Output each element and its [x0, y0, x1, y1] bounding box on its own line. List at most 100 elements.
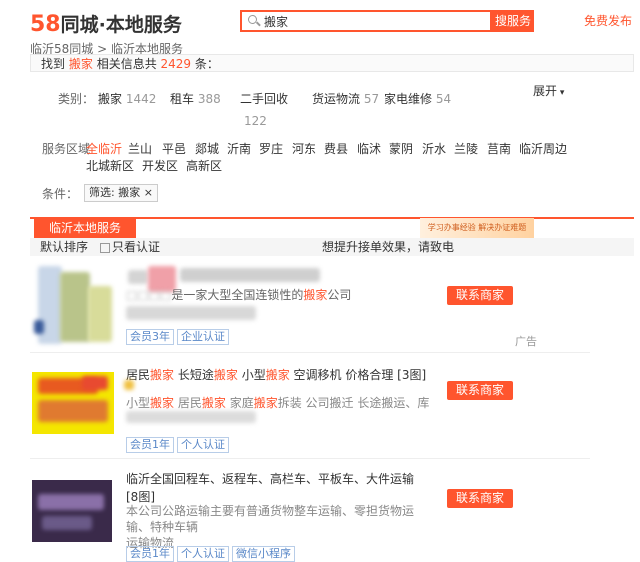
listing-2-contact-button[interactable]: 联系商家 — [447, 381, 513, 400]
tag-enterprise-verified: 企业认证 — [177, 329, 229, 345]
listing-1-desc-tail: 公司 — [327, 288, 352, 302]
area-item[interactable]: 兰山 — [128, 140, 152, 157]
category-name: 租车 — [170, 92, 195, 106]
tag-member-years: 会员1年 — [126, 437, 174, 453]
divider — [30, 352, 590, 353]
area-item[interactable]: 临沭 — [357, 140, 381, 157]
category-count: 1442 — [125, 92, 157, 106]
listing-2-blurred-mark — [124, 380, 134, 390]
condition-label: 条件： — [42, 187, 79, 201]
category-count: 54 — [435, 92, 452, 106]
found-prefix: 找到 — [41, 57, 66, 71]
found-count: 2429 — [160, 57, 192, 71]
sort-bar: 默认排序 只看认证 想提升接单效果，请致电 — [30, 238, 634, 256]
divider — [30, 458, 590, 459]
area-label: 服务区域 — [42, 142, 91, 156]
listing-3-contact-button[interactable]: 联系商家 — [447, 489, 513, 508]
title-keyword: 搬家 — [213, 368, 238, 382]
listing-2-thumbnail[interactable] — [32, 372, 114, 434]
tag-wechat-miniprogram: 微信小程序 — [232, 546, 295, 562]
listing-1-description[interactable]: □□□□是一家大型全国连锁性的搬家公司 — [126, 286, 351, 303]
area-item[interactable]: 河东 — [292, 140, 316, 157]
tag-personal-verified: 个人认证 — [177, 546, 229, 562]
listing-1-blurred-title — [128, 270, 148, 284]
checkbox-icon — [100, 242, 110, 253]
area-item[interactable]: 北城新区 — [86, 157, 134, 174]
area-item[interactable]: 平邑 — [162, 140, 186, 157]
listing-3-thumbnail[interactable] — [32, 480, 112, 542]
category-name: 家电维修 — [384, 92, 433, 106]
area-item[interactable]: 沂南 — [227, 140, 251, 157]
category-name: 搬家 — [98, 92, 123, 106]
category-name: 货运物流 — [312, 92, 361, 106]
listing-1-contact-button[interactable]: 联系商家 — [447, 286, 513, 305]
category-item-car-rental[interactable]: 租车 388 — [170, 90, 221, 107]
desc-keyword: 搬家 — [253, 396, 278, 410]
category-item-recycle[interactable]: 二手回收 — [240, 90, 288, 107]
search-box[interactable] — [240, 10, 492, 32]
title-keyword: 搬家 — [265, 368, 290, 382]
category-count: 57 — [363, 92, 380, 106]
sort-default[interactable]: 默认排序 — [40, 238, 88, 256]
listing-2-title[interactable]: 居民搬家 长短途搬家 小型搬家 空调移机 价格合理 [3图] — [126, 366, 426, 383]
area-item[interactable]: 罗庄 — [259, 140, 283, 157]
listing-1-desc-text: 是一家大型全国连锁性的 — [171, 288, 304, 302]
desc-keyword: 搬家 — [201, 396, 226, 410]
search-input[interactable] — [261, 14, 467, 28]
area-item[interactable]: 开发区 — [142, 157, 178, 174]
listing-1-blurred-title — [180, 268, 320, 282]
verified-only-toggle[interactable]: 只看认证 — [100, 238, 160, 256]
area-item[interactable]: 郯城 — [195, 140, 219, 157]
desc-part: 居民 — [174, 396, 202, 410]
title-part: 空调移机 价格合理 [3图] — [289, 368, 427, 382]
ad-label: 广告 — [515, 335, 537, 348]
area-item[interactable]: 临沂周边 — [519, 140, 567, 157]
listing-3-tags: 会员1年 个人认证 微信小程序 — [126, 542, 298, 562]
site-logo[interactable]: 58同城·本地服务 — [30, 10, 182, 37]
desc-line-1: 本公司公路运输主要有普通货物整车运输、零担货物运 — [126, 504, 415, 518]
area-item[interactable]: 沂水 — [422, 140, 446, 157]
search-icon — [247, 14, 261, 28]
area-item[interactable]: 莒南 — [487, 140, 511, 157]
found-suffix: 条： — [194, 57, 219, 71]
listing-3-title[interactable]: 临沂全国回程车、返程车、高栏车、平板车、大件运输 [8图] — [126, 470, 414, 505]
desc-part: 小型 — [126, 396, 151, 410]
tab-local-service[interactable]: 临沂本地服务 — [34, 218, 136, 238]
filter-tag-moving[interactable]: 筛选: 搬家 × — [84, 184, 158, 202]
listing-2-description[interactable]: 小型搬家 居民搬家 家庭搬家拆装 公司搬迁 长途搬运、库 — [126, 394, 429, 411]
expand-button[interactable]: 展开 ▾ — [533, 82, 564, 99]
category-item-moving[interactable]: 搬家 1442 — [98, 90, 156, 107]
area-item-all[interactable]: 全临沂 — [86, 140, 122, 157]
title-keyword: 搬家 — [150, 368, 175, 382]
desc-part: 拆装 公司搬迁 长途搬运、库 — [277, 396, 430, 410]
listing-2-blurred-line — [126, 411, 256, 423]
expand-label: 展开 — [533, 84, 558, 98]
desc-part: 家庭 — [225, 396, 254, 410]
listing-1-thumbnail[interactable] — [32, 266, 118, 344]
category-item-appliance-repair[interactable]: 家电维修 54 — [384, 90, 451, 107]
category-item-freight[interactable]: 货运物流 57 — [312, 90, 379, 107]
area-item[interactable]: 高新区 — [186, 157, 222, 174]
category-label: 类别： — [58, 92, 95, 106]
free-publish-link[interactable]: 免费发布 — [584, 12, 632, 29]
area-item[interactable]: 兰陵 — [454, 140, 478, 157]
area-item[interactable]: 费县 — [324, 140, 348, 157]
title-line-1: 临沂全国回程车、返程车、高栏车、平板车、大件运输 — [126, 472, 415, 486]
title-part: 小型 — [237, 368, 266, 382]
chevron-down-icon: ▾ — [557, 88, 565, 98]
title-part: 长短途 — [174, 368, 214, 382]
found-keyword: 搬家 — [68, 57, 93, 71]
area-item[interactable]: 蒙阴 — [389, 140, 413, 157]
listing-1-tags: 会员3年 企业认证 — [126, 325, 232, 345]
listing-2-tags: 会员1年 个人认证 — [126, 433, 232, 453]
found-mid: 相关信息共 — [96, 57, 157, 71]
verified-label: 只看认证 — [112, 240, 161, 254]
promo-banner[interactable]: 学习办事经验 解决办证难题 — [420, 218, 534, 238]
desc-keyword: 搬家 — [150, 396, 175, 410]
tag-personal-verified: 个人认证 — [177, 437, 229, 453]
search-button[interactable]: 搜服务 — [492, 10, 534, 32]
listing-1-desc-keyword: 搬家 — [303, 288, 328, 302]
result-count-bar: 找到 搬家 相关信息共 2429 条： — [30, 54, 634, 72]
category-count: 388 — [197, 92, 221, 106]
tag-member-years: 会员1年 — [126, 546, 174, 562]
